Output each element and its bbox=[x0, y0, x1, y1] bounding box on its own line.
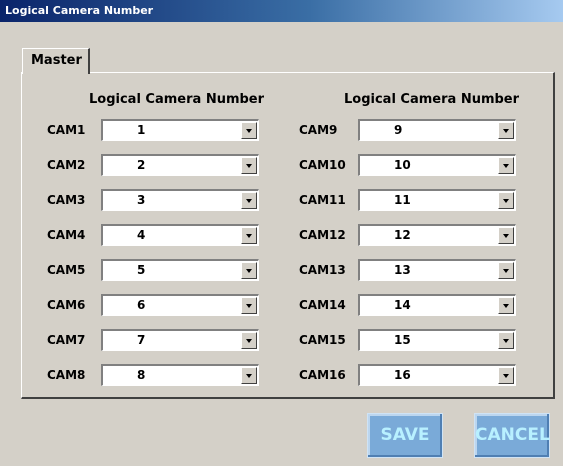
chevron-down-icon[interactable] bbox=[241, 332, 257, 349]
cam7-select[interactable]: 7 bbox=[101, 329, 259, 351]
cam15-select[interactable]: 15 bbox=[358, 329, 516, 351]
logical-camera-number-window: Logical Camera Number Master Logical Cam… bbox=[0, 0, 563, 466]
select-value: 7 bbox=[137, 333, 146, 347]
cancel-button[interactable]: CANCEL bbox=[474, 413, 550, 458]
cam-label: CAM1 bbox=[47, 123, 86, 137]
cam9-select[interactable]: 9 bbox=[358, 119, 516, 141]
select-value: 12 bbox=[394, 228, 411, 242]
cam-label: CAM11 bbox=[299, 193, 346, 207]
chevron-down-icon[interactable] bbox=[498, 367, 514, 384]
select-value: 3 bbox=[137, 193, 146, 207]
cam-label: CAM2 bbox=[47, 158, 86, 172]
cam-label: CAM4 bbox=[47, 228, 86, 242]
select-value: 14 bbox=[394, 298, 411, 312]
select-value: 2 bbox=[137, 158, 146, 172]
cam5-select[interactable]: 5 bbox=[101, 259, 259, 281]
select-value: 5 bbox=[137, 263, 146, 277]
cam-label: CAM6 bbox=[47, 298, 86, 312]
chevron-down-icon[interactable] bbox=[498, 262, 514, 279]
select-value: 15 bbox=[394, 333, 411, 347]
left-column-header: Logical Camera Number bbox=[89, 92, 265, 107]
cam12-select[interactable]: 12 bbox=[358, 224, 516, 246]
cam1-select[interactable]: 1 bbox=[101, 119, 259, 141]
cam-label: CAM3 bbox=[47, 193, 86, 207]
cam16-select[interactable]: 16 bbox=[358, 364, 516, 386]
cam-label: CAM9 bbox=[299, 123, 338, 137]
chevron-down-icon[interactable] bbox=[241, 157, 257, 174]
cam-label: CAM15 bbox=[299, 333, 346, 347]
chevron-down-icon[interactable] bbox=[498, 227, 514, 244]
cam3-select[interactable]: 3 bbox=[101, 189, 259, 211]
chevron-down-icon[interactable] bbox=[498, 122, 514, 139]
select-value: 16 bbox=[394, 368, 411, 382]
select-value: 13 bbox=[394, 263, 411, 277]
cam13-select[interactable]: 13 bbox=[358, 259, 516, 281]
cam-label: CAM10 bbox=[299, 158, 346, 172]
cam-label: CAM7 bbox=[47, 333, 86, 347]
chevron-down-icon[interactable] bbox=[498, 157, 514, 174]
select-value: 8 bbox=[137, 368, 146, 382]
select-value: 6 bbox=[137, 298, 146, 312]
cam8-select[interactable]: 8 bbox=[101, 364, 259, 386]
cam11-select[interactable]: 11 bbox=[358, 189, 516, 211]
cam-label: CAM5 bbox=[47, 263, 86, 277]
chevron-down-icon[interactable] bbox=[241, 262, 257, 279]
cam10-select[interactable]: 10 bbox=[358, 154, 516, 176]
right-column-header: Logical Camera Number bbox=[344, 92, 520, 107]
cam4-select[interactable]: 4 bbox=[101, 224, 259, 246]
chevron-down-icon[interactable] bbox=[241, 122, 257, 139]
cam-label: CAM8 bbox=[47, 368, 86, 382]
chevron-down-icon[interactable] bbox=[241, 297, 257, 314]
select-value: 4 bbox=[137, 228, 146, 242]
cam14-select[interactable]: 14 bbox=[358, 294, 516, 316]
cam-label: CAM14 bbox=[299, 298, 346, 312]
save-button[interactable]: SAVE bbox=[367, 413, 443, 458]
cam-label: CAM13 bbox=[299, 263, 346, 277]
chevron-down-icon[interactable] bbox=[498, 192, 514, 209]
cam-label: CAM12 bbox=[299, 228, 346, 242]
cam-label: CAM16 bbox=[299, 368, 346, 382]
chevron-down-icon[interactable] bbox=[498, 332, 514, 349]
select-value: 9 bbox=[394, 123, 403, 137]
chevron-down-icon[interactable] bbox=[498, 297, 514, 314]
select-value: 11 bbox=[394, 193, 411, 207]
chevron-down-icon[interactable] bbox=[241, 367, 257, 384]
cam2-select[interactable]: 2 bbox=[101, 154, 259, 176]
window-title: Logical Camera Number bbox=[0, 0, 563, 22]
tab-master[interactable]: Master bbox=[22, 48, 90, 74]
chevron-down-icon[interactable] bbox=[241, 192, 257, 209]
chevron-down-icon[interactable] bbox=[241, 227, 257, 244]
select-value: 10 bbox=[394, 158, 411, 172]
select-value: 1 bbox=[137, 123, 146, 137]
cam6-select[interactable]: 6 bbox=[101, 294, 259, 316]
